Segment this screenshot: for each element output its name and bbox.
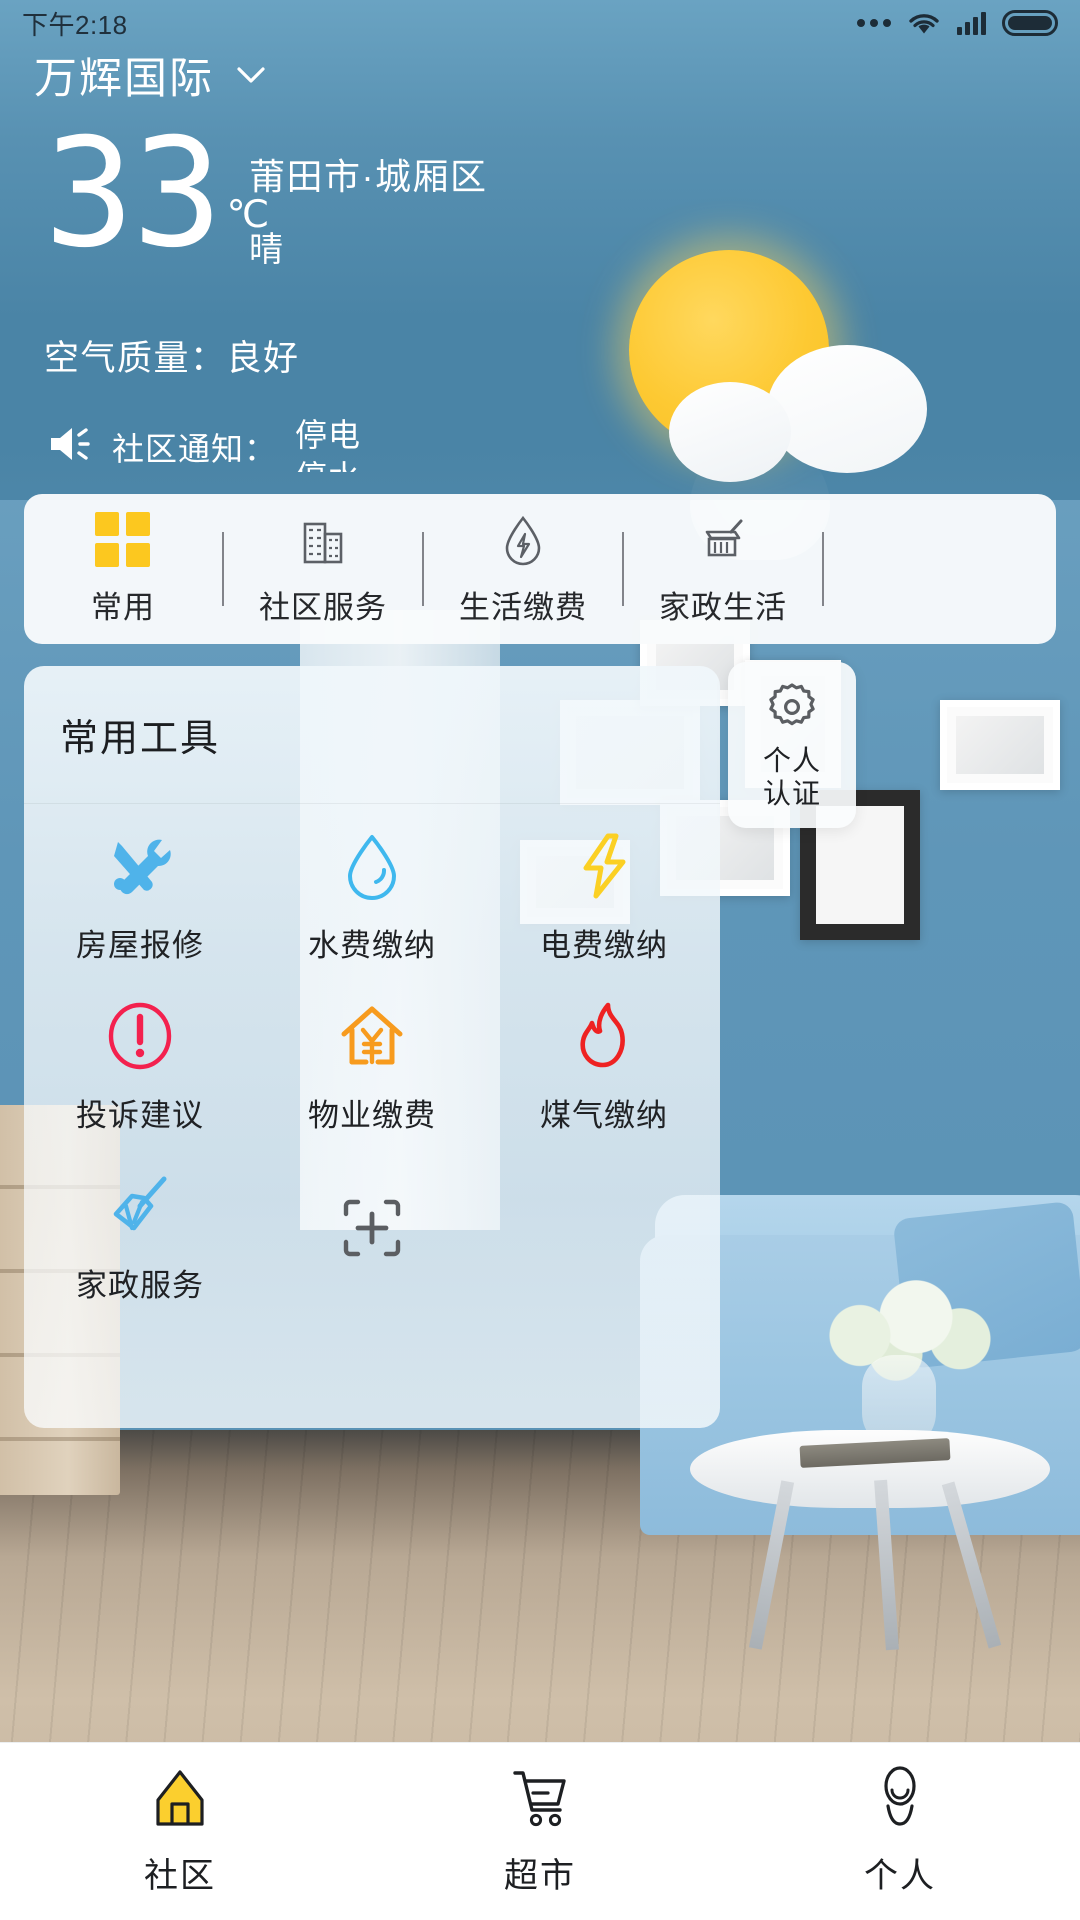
temperature-block: 33 ℃ [44,107,269,281]
air-quality-text: 空气质量：良好 [44,339,300,378]
weather-condition: 晴 [249,231,285,269]
category-divider [422,532,424,606]
person-icon [868,1766,932,1830]
tool-fangwubaoxiu[interactable]: 房屋报修 [24,812,256,982]
add-scan-icon [342,1198,402,1258]
exclamation-circle-icon [104,1000,176,1072]
nav-label: 社区 [144,1857,216,1895]
wrench-screwdriver-icon [104,830,176,902]
notice-label: 社区通知： [112,431,278,467]
notice-item: 停电 [295,418,362,453]
gear-icon [765,680,819,734]
tool-label: 煤气缴纳 [540,1097,668,1133]
weather-widget[interactable]: 33 ℃ 莆田市·城厢区 晴 空气质量：良好 [44,107,1044,482]
category-label: 常用 [91,589,155,625]
common-tools-header: 常用工具 [24,666,720,804]
tool-jiazhengfuwu[interactable]: 家政服务 [24,1152,256,1322]
nav-item-chaoshi[interactable]: 超市 [360,1743,720,1920]
app-root: 下午2:18 万辉国际 33 ℃ 莆田市·城厢区 晴 空气质量：良好 社区通知：… [0,0,1080,1920]
common-tools-card: 常用工具 房屋报修 水费缴纳 电费缴纳 投诉建议 物业缴费 煤气缴纳 家政服务 [24,666,720,1428]
status-bar-time: 下午2:18 [22,9,128,40]
tool-tousujianyi[interactable]: 投诉建议 [24,982,256,1152]
duster-icon [104,1170,176,1242]
tool-label: 家政服务 [76,1267,204,1303]
tool-wuyejiaofei[interactable]: 物业缴费 [256,982,488,1152]
tool-label: 房屋报修 [76,927,204,963]
personal-certification-button[interactable]: 个人 认证 [728,662,856,828]
building-icon [295,512,351,568]
tool-meiqijiaona[interactable]: 煤气缴纳 [488,982,720,1152]
tool-add-button[interactable] [256,1152,488,1322]
chevron-down-icon[interactable] [236,66,266,84]
weather-detail: 莆田市·城厢区 晴 [249,148,488,271]
grid-icon [95,511,151,568]
temperature-value: 33 [44,107,223,281]
tool-shuifeijiaona[interactable]: 水费缴纳 [256,812,488,982]
auth-label-line2: 认证 [762,778,821,809]
tool-label: 物业缴费 [308,1097,436,1133]
category-divider [222,532,224,606]
nav-label: 个人 [864,1857,936,1895]
lightning-bolt-icon [568,830,640,902]
community-selector[interactable]: 万辉国际 [34,44,266,106]
common-tools-grid: 房屋报修 水费缴纳 电费缴纳 投诉建议 物业缴费 煤气缴纳 家政服务 [24,804,720,1322]
category-label: 社区服务 [259,589,387,625]
category-divider [822,532,824,606]
wifi-icon [907,10,941,36]
category-divider [622,532,624,606]
category-label: 生活缴费 [459,589,587,625]
cart-icon [508,1766,572,1830]
category-tab-bar: 常用 社区服务 生活缴费 家政生活 [24,494,1056,644]
status-bar-icons [857,10,1058,36]
personal-certification-label: 个人 认证 [763,744,821,810]
category-tab-shequfuwu[interactable]: 社区服务 [224,494,422,644]
page-title: 万辉国际 [34,55,214,103]
signal-icon [957,11,986,35]
sun-behind-cloud-icon [599,240,929,482]
tool-label: 电费缴纳 [540,927,668,963]
cloud-icon [669,382,791,482]
battery-icon [1002,10,1058,36]
notice-marquee[interactable]: 停电 停水 [295,418,465,472]
weather-location: 莆田市·城厢区 [249,156,488,197]
home-icon [148,1766,212,1830]
category-tab-changyong[interactable]: 常用 [24,494,222,644]
nav-item-geren[interactable]: 个人 [720,1743,1080,1920]
status-bar: 下午2:18 [0,0,1080,46]
notice-item: 停水 [295,452,361,472]
house-yuan-icon [336,1000,408,1072]
water-drop-bolt-icon [495,512,551,568]
cloud-icon [767,345,927,473]
category-tab-overflow[interactable] [824,494,944,644]
nav-item-shequ[interactable]: 社区 [0,1743,360,1920]
tool-dianfeijiaona[interactable]: 电费缴纳 [488,812,720,982]
nav-label: 超市 [504,1857,576,1895]
tool-label: 水费缴纳 [308,927,436,963]
more-dots-icon [857,19,891,27]
category-label: 家政生活 [659,589,787,625]
common-tools-title: 常用工具 [60,718,221,760]
speaker-icon [48,418,94,464]
category-tab-jiazhengshenghuo[interactable]: 家政生活 [624,494,822,644]
flame-icon [568,1000,640,1072]
community-notice[interactable]: 社区通知： 停电 停水 [48,418,465,472]
category-tab-shenghuojiaofei[interactable]: 生活缴费 [424,494,622,644]
bottom-navigation-bar: 社区 超市 个人 [0,1742,1080,1920]
auth-label-line1: 个人 [762,744,821,776]
tool-label: 投诉建议 [76,1097,204,1133]
broom-icon [695,512,751,568]
wall-frame [940,700,1060,790]
water-drop-icon [336,830,408,902]
